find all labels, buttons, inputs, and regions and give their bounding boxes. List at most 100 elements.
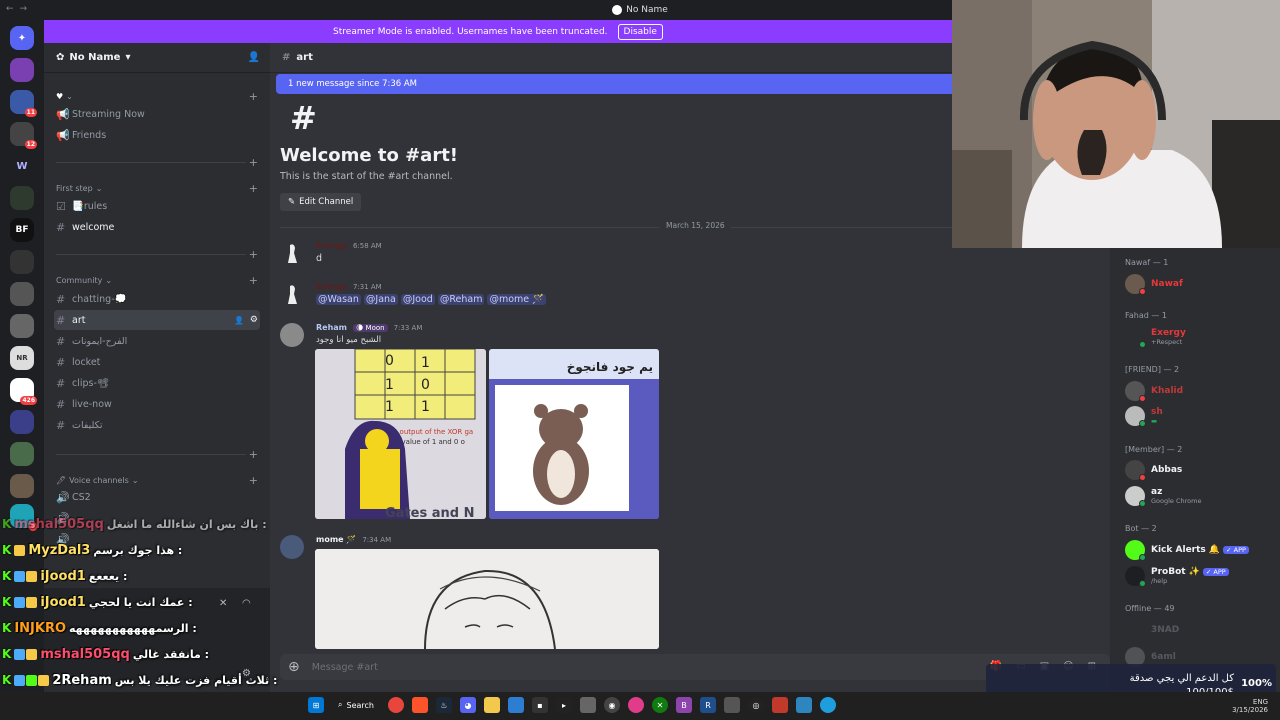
category-heart[interactable]: ♥ ⌄ +: [56, 89, 258, 103]
server-icon[interactable]: 11: [10, 90, 37, 117]
folder-icon[interactable]: [483, 697, 500, 713]
channel-streaming-now[interactable]: 📢 Streaming Now: [54, 104, 260, 124]
member-item[interactable]: 3NAD: [1125, 618, 1179, 642]
gear-icon[interactable]: ⚙: [242, 668, 251, 679]
attachment-image[interactable]: [315, 549, 659, 649]
avatar[interactable]: [280, 323, 304, 347]
taskbar-search[interactable]: ⌕ Search: [332, 696, 380, 714]
chrome-icon[interactable]: [387, 697, 404, 713]
channel-live-now[interactable]: # live-now: [54, 394, 260, 414]
channel-assignments[interactable]: # تكليفات: [54, 415, 260, 435]
edit-channel-button[interactable]: ✎ Edit Channel: [280, 193, 362, 211]
xbox-icon[interactable]: ✕: [651, 697, 668, 713]
server-icon[interactable]: [10, 442, 34, 466]
nav-arrows[interactable]: ←→: [6, 4, 33, 14]
server-icon[interactable]: BF: [10, 218, 34, 242]
member-item[interactable]: Exergy +Respect: [1125, 325, 1186, 349]
system-tray[interactable]: ENG 3/15/2026: [1232, 698, 1268, 714]
add-channel-icon[interactable]: +: [249, 182, 258, 195]
app-icon[interactable]: [771, 697, 788, 713]
app-icon[interactable]: B: [675, 697, 692, 713]
folder-icon[interactable]: [10, 410, 34, 434]
channel-chatting[interactable]: # chatting-💭: [54, 289, 260, 309]
disable-button[interactable]: Disable: [617, 23, 663, 40]
attachment-image[interactable]: يم جود فانجوخ: [489, 349, 659, 519]
category-first-step[interactable]: First step ⌄ +: [56, 181, 258, 195]
store-icon[interactable]: [507, 697, 524, 713]
app-icon[interactable]: [795, 697, 812, 713]
app-icon[interactable]: [723, 697, 740, 713]
discord-icon[interactable]: ◕: [459, 697, 476, 713]
add-channel-icon[interactable]: +: [249, 90, 258, 103]
channel-welcome[interactable]: # welcome: [54, 217, 260, 237]
discord-home-icon[interactable]: ✦: [10, 26, 34, 50]
gear-icon[interactable]: ⚙: [250, 315, 258, 325]
brave-icon[interactable]: [411, 697, 428, 713]
add-attachment-icon[interactable]: ⊕: [288, 659, 300, 675]
member-item[interactable]: Kick Alerts 🔔 ✓ APP: [1125, 538, 1249, 562]
server-icon[interactable]: 6: [10, 504, 37, 531]
server-icon[interactable]: 426: [10, 378, 37, 405]
voice-channel-cs2[interactable]: 🔊 CS2: [54, 487, 260, 507]
edge-icon[interactable]: [819, 697, 836, 713]
server-icon[interactable]: [10, 474, 34, 498]
add-icon[interactable]: +: [249, 156, 258, 169]
server-icon[interactable]: [10, 186, 34, 210]
app-icon[interactable]: ▪: [531, 697, 548, 713]
channel-clips[interactable]: # clips-📽: [54, 373, 260, 393]
message-input[interactable]: Message #art: [312, 662, 378, 673]
add-channel-icon[interactable]: +: [249, 474, 258, 487]
member-item[interactable]: ProBot ✨ ✓ APP/help: [1125, 564, 1229, 588]
app-icon[interactable]: R: [699, 697, 716, 713]
add-icon[interactable]: +: [249, 448, 258, 461]
notes-icon[interactable]: [579, 697, 596, 713]
category-voice[interactable]: 🖊 Voice channels ⌄ +: [56, 473, 258, 487]
app-icon[interactable]: [627, 697, 644, 713]
member-item[interactable]: Abbas: [1125, 458, 1182, 482]
avatar[interactable]: [280, 535, 304, 559]
headset-icon[interactable]: ◠: [242, 598, 251, 609]
invite-people-icon[interactable]: 👤: [248, 52, 260, 63]
mention[interactable]: @Wasan: [316, 294, 361, 305]
message-author[interactable]: mome 🪄: [316, 535, 356, 544]
member-item[interactable]: az Google Chrome: [1125, 484, 1201, 508]
server-icon[interactable]: [10, 314, 34, 338]
steam-icon[interactable]: ♨: [435, 697, 452, 713]
voice-channel[interactable]: 🔊: [54, 529, 260, 549]
message-author[interactable]: Reham: [316, 323, 347, 332]
avatar[interactable]: [280, 241, 304, 265]
app-icon[interactable]: ▸: [555, 697, 572, 713]
invite-icon[interactable]: 👤: [234, 316, 244, 325]
avatar[interactable]: [280, 282, 304, 306]
channel-locket[interactable]: # locket: [54, 352, 260, 372]
add-channel-icon[interactable]: +: [249, 274, 258, 287]
member-item[interactable]: Nawaf: [1125, 272, 1183, 296]
server-icon[interactable]: 12: [10, 122, 37, 149]
obs-icon[interactable]: ◉: [603, 697, 620, 713]
attachment-image[interactable]: 0 1 1 0 1 1 e output of the XOR ga a val…: [315, 349, 486, 519]
server-icon[interactable]: [10, 58, 34, 82]
windows-start-icon[interactable]: ⊞: [308, 697, 324, 713]
server-icon[interactable]: NR: [10, 346, 34, 370]
mention[interactable]: @Jood: [400, 294, 435, 305]
category-community[interactable]: Community ⌄ +: [56, 273, 258, 287]
mention[interactable]: @mome 🪄: [487, 294, 546, 305]
new-messages-bar[interactable]: 1 new message since 7:36 AM: [276, 74, 952, 94]
server-icon[interactable]: W: [10, 154, 34, 178]
message-author[interactable]: Exergy: [316, 241, 347, 250]
mention[interactable]: @Jana: [363, 294, 398, 305]
server-icon[interactable]: [10, 282, 34, 306]
channel-art[interactable]: # art 👤 ⚙: [54, 310, 260, 330]
channel-emotes[interactable]: # الفرح-ايمونات: [54, 331, 260, 351]
server-icon[interactable]: [10, 250, 34, 274]
app-icon[interactable]: ◎: [747, 697, 764, 713]
member-item[interactable]: Khalid: [1125, 379, 1183, 403]
mention[interactable]: @Reham: [437, 294, 485, 305]
voice-channel[interactable]: 🔊: [54, 508, 260, 528]
message-author[interactable]: Exergy: [316, 282, 347, 291]
member-item[interactable]: sh ▬: [1125, 404, 1163, 428]
channel-rules[interactable]: ☑ 📑rules: [54, 196, 260, 216]
server-header[interactable]: ✿ No Name ▾ 👤: [44, 43, 270, 73]
add-icon[interactable]: +: [249, 248, 258, 261]
channel-friends[interactable]: 📢 Friends: [54, 125, 260, 145]
